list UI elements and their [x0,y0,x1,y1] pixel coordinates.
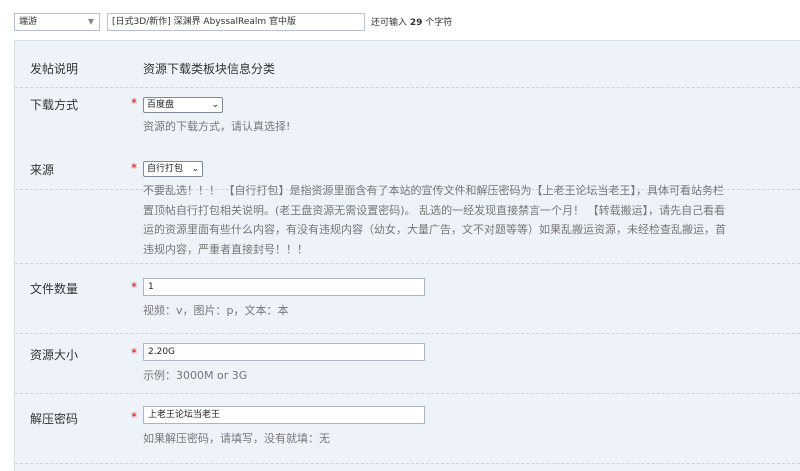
row-post-description: 发帖说明 资源下载类板块信息分类 [15,41,800,88]
thread-type-select[interactable]: 端游 ▼ [14,13,100,31]
required-star: * [131,410,137,424]
source-hint-line: 运的资源里面有些什么内容，有没有违规内容（幼女，大量广告，文不对题等等）如果乱搬… [143,223,726,236]
required-star: * [131,96,137,110]
source-hint: 不要乱选！！！ 【自行打包】是指资源里面含有了本站的宣传文件和解压密码为【上老王… [143,181,800,259]
required-star: * [131,161,137,175]
remain-prefix: 还可输入 [371,18,408,28]
title-bar: 端游 ▼ [日式3D/新作] 深渊界 AbyssalRealm 官中版 还可输入… [0,0,800,40]
source-label: 来源 [30,163,55,177]
download-method-value: 百度盘 [147,100,175,110]
row-resource-size: 资源大小 * 2.20G 示例：3000M or 3G [15,333,800,394]
file-count-hint: 视频：v，图片：p，文本：本 [143,304,289,317]
required-star: * [131,346,137,360]
download-method-select[interactable]: 百度盘 ⌄ [143,97,223,113]
source-hint-line: 不要乱选！！！ 【自行打包】是指资源里面含有了本站的宣传文件和解压密码为【上老王… [143,184,724,197]
row-unzip-password: 解压密码 * 上老王论坛当老王 如果解压密码，请填写，没有就填：无 [15,393,800,464]
resource-size-input[interactable]: 2.20G [143,343,425,361]
row-source: 来源 * 自行打包 ⌄ 不要乱选！！！ 【自行打包】是指资源里面含有了本站的宣传… [15,143,800,264]
resource-size-label: 资源大小 [30,348,79,362]
resource-size-hint: 示例：3000M or 3G [143,369,248,382]
chevron-down-icon: ⌄ [211,100,219,110]
post-description-label: 发帖说明 [30,62,79,76]
chevron-down-icon: ▼ [87,17,94,26]
source-value: 自行打包 [147,164,184,174]
unzip-password-input[interactable]: 上老王论坛当老王 [143,406,425,424]
chevron-down-icon: ⌄ [191,164,199,174]
post-description-value: 资源下载类板块信息分类 [143,62,276,76]
row-file-count: 文件数量 * 1 视频：v，图片：p，文本：本 [15,263,800,334]
remain-suffix: 个字符 [425,18,453,28]
file-count-input[interactable]: 1 [143,278,425,296]
source-hint-line: 违规内容，严重者直接封号！！！ [143,242,308,256]
post-form-panel: 发帖说明 资源下载类板块信息分类 下载方式 * 百度盘 ⌄ 资源的下载方式，请认… [14,40,800,471]
source-hint-line: 置顶帖自行打包相关说明。(老王盘资源无需设置密码)。 乱选的一经发现直接禁言一个… [143,203,726,217]
thread-title-input[interactable]: [日式3D/新作] 深渊界 AbyssalRealm 官中版 [107,13,365,31]
file-count-label: 文件数量 [30,282,79,296]
source-select[interactable]: 自行打包 ⌄ [143,161,203,177]
thread-type-value: 端游 [19,17,38,27]
unzip-password-label: 解压密码 [30,412,79,426]
char-remaining-text: 还可输入 29 个字符 [371,15,452,28]
required-star: * [131,280,137,294]
remain-count: 29 [409,18,423,28]
download-method-label: 下载方式 [30,98,79,112]
download-method-hint: 资源的下载方式，请认真选择! [143,120,291,133]
unzip-password-hint: 如果解压密码，请填写，没有就填：无 [143,432,330,445]
